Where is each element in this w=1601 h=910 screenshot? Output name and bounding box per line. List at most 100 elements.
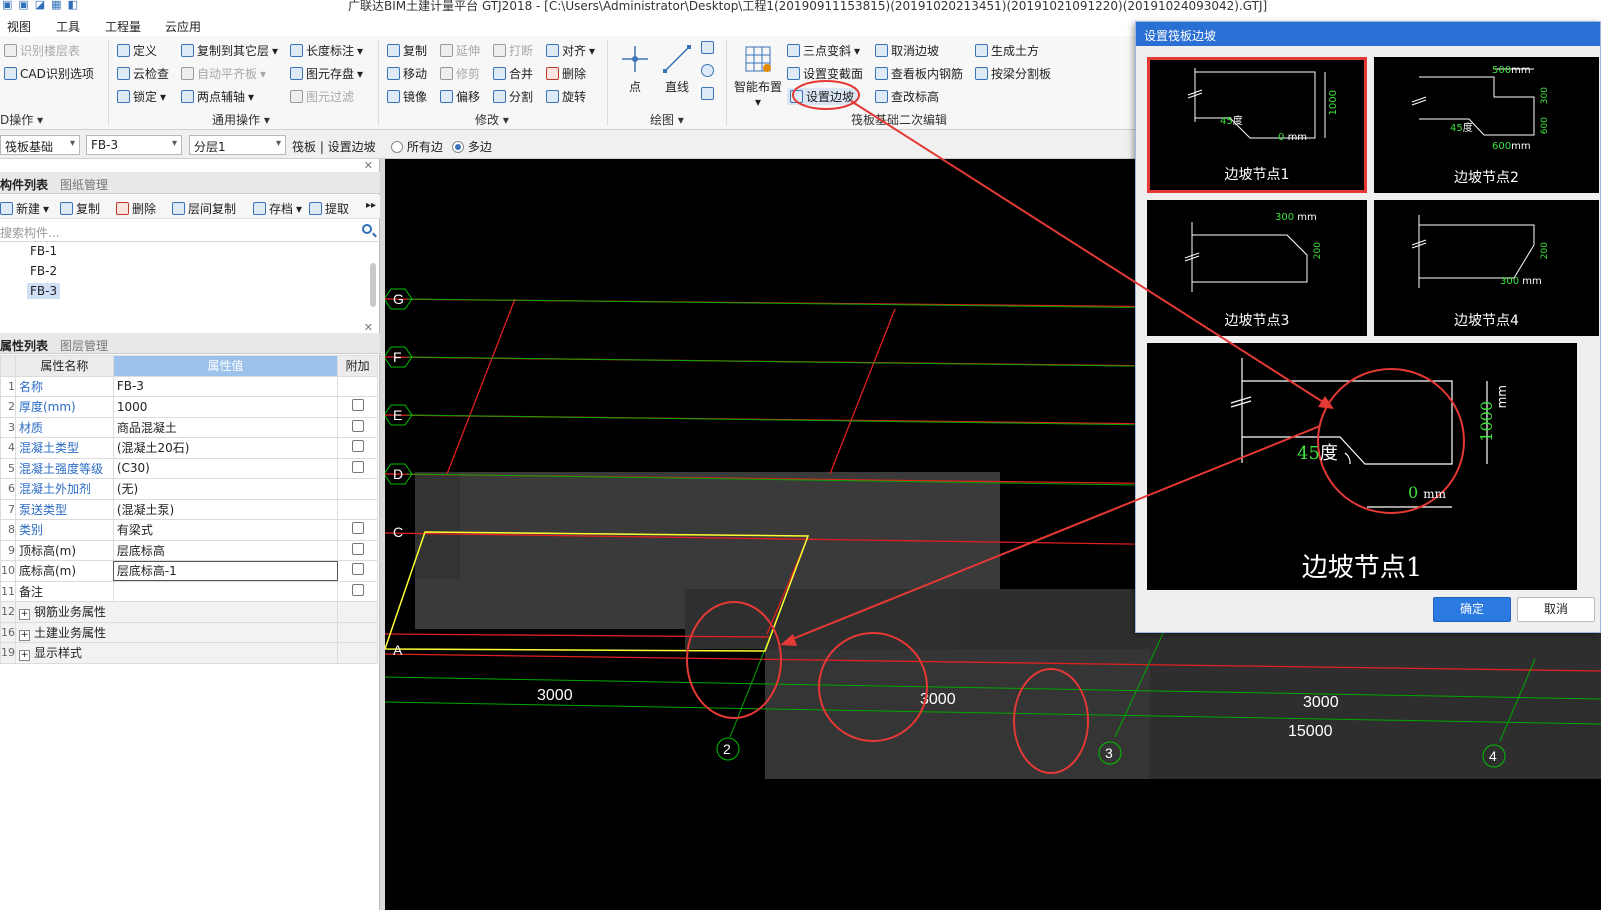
offset-button[interactable]: 偏移 — [440, 88, 480, 105]
new-button[interactable]: 新建 ▾ — [0, 200, 49, 217]
expand-icon[interactable]: + — [19, 629, 30, 641]
table-row[interactable]: 7 泵送类型 (混凝土泵) — [0, 498, 378, 520]
property-group-row[interactable]: 16 + 土建业务属性 — [0, 621, 378, 643]
mirror-button[interactable]: 镜像 — [387, 88, 427, 105]
table-row[interactable]: 1 名称 FB-3 — [0, 375, 378, 397]
copy-to-floor-button[interactable]: 复制到其它层 ▾ — [181, 42, 278, 59]
tab-property-list[interactable]: 属性列表 — [0, 337, 48, 354]
table-row[interactable]: 8 类别 有梁式 — [0, 519, 378, 541]
slope-node-1-tile[interactable]: 45度 1000 0 mm 边坡节点1 — [1147, 57, 1367, 193]
ok-button[interactable]: 确定 — [1433, 597, 1511, 622]
property-group-label[interactable]: + 土建业务属性 — [14, 621, 339, 643]
expand-icon[interactable]: + — [19, 609, 30, 621]
line-tool-button[interactable]: 直线 — [660, 44, 694, 95]
slope-node-4-tile[interactable]: 300 mm 200 边坡节点4 — [1374, 200, 1599, 336]
tab-drawing-manage[interactable]: 图纸管理 — [60, 176, 108, 193]
attach-checkbox[interactable] — [351, 542, 364, 555]
property-value[interactable]: 层底标高-1 — [112, 560, 339, 582]
variable-section-button[interactable]: 设置变截面 — [787, 65, 863, 82]
trim-button[interactable]: 修剪 — [440, 65, 480, 82]
property-value[interactable]: (混凝土泵) — [112, 498, 339, 520]
property-group-label[interactable]: + 钢筋业务属性 — [14, 601, 339, 623]
table-row[interactable]: 11 备注 — [0, 580, 378, 602]
tab-component-list[interactable]: 构件列表 — [0, 176, 48, 193]
generate-earthwork-button[interactable]: 生成土方 — [975, 42, 1039, 59]
cad-options-button[interactable]: CAD识别选项 — [4, 65, 94, 82]
auto-level-slab-button[interactable]: 自动平齐板 ▾ — [181, 65, 266, 82]
property-value[interactable]: 1000 — [112, 396, 339, 418]
table-row[interactable]: 10 底标高(m) 层底标高-1 — [0, 560, 378, 582]
property-group-row[interactable]: 19 + 显示样式 — [0, 642, 378, 664]
delete-button[interactable]: 删除 — [546, 65, 586, 82]
copy-component-button[interactable]: 复制 — [60, 200, 100, 217]
set-slope-button[interactable]: 设置边坡 — [787, 88, 858, 105]
rotate-button[interactable]: 旋转 — [546, 88, 586, 105]
component-select[interactable]: FB-3 — [86, 135, 182, 155]
tab-layer-manage[interactable]: 图层管理 — [60, 337, 108, 354]
radio-multi-edges[interactable]: 多边 — [452, 138, 492, 155]
three-point-slope-button[interactable]: 三点变斜 ▾ — [787, 42, 860, 59]
menu-quantity[interactable]: 工程量 — [105, 18, 141, 35]
table-row[interactable]: 6 混凝土外加剂 (无) — [0, 478, 378, 500]
copy-button[interactable]: 复制 — [387, 42, 427, 59]
table-row[interactable]: 2 厚度(mm) 1000 — [0, 396, 378, 418]
attach-checkbox[interactable] — [351, 522, 364, 535]
circle-tool-button[interactable] — [701, 64, 714, 77]
define-button[interactable]: 定义 — [117, 42, 157, 59]
property-value[interactable]: 有梁式 — [112, 519, 339, 541]
property-group-label[interactable]: + 显示样式 — [14, 642, 339, 664]
arc-tool-button[interactable] — [701, 41, 714, 54]
list-scrollbar[interactable] — [370, 263, 376, 307]
menu-cloud[interactable]: 云应用 — [165, 18, 201, 35]
close-icon[interactable]: ✕ — [364, 159, 373, 172]
break-button[interactable]: 打断 — [493, 42, 533, 59]
list-item-fb2[interactable]: FB-2 — [27, 263, 60, 279]
attach-checkbox[interactable] — [351, 583, 364, 596]
attach-checkbox[interactable] — [351, 399, 364, 412]
floor-select[interactable]: 分层1 — [189, 135, 286, 155]
two-point-axis-button[interactable]: 两点辅轴 ▾ — [181, 88, 254, 105]
search-box[interactable]: 搜索构件... — [0, 222, 378, 242]
delete-component-button[interactable]: 删除 — [116, 200, 156, 217]
element-filter-button[interactable]: 图元过滤 — [290, 88, 354, 105]
list-item-fb1[interactable]: FB-1 — [27, 243, 60, 259]
table-row[interactable]: 5 混凝土强度等级 (C30) — [0, 457, 378, 479]
edit-elevation-button[interactable]: 查改标高 — [875, 88, 939, 105]
property-value[interactable]: (无) — [112, 478, 339, 500]
property-group-row[interactable]: 12 + 钢筋业务属性 — [0, 601, 378, 623]
point-tool-button[interactable]: 点 — [620, 44, 650, 95]
cloud-check-button[interactable]: 云检查 — [117, 65, 169, 82]
property-value[interactable]: (混凝土20石) — [112, 437, 339, 459]
identify-floor-table-button[interactable]: 识别楼层表 — [4, 42, 80, 59]
split-by-beam-button[interactable]: 按梁分割板 — [975, 65, 1051, 82]
expand-icon[interactable]: + — [19, 650, 30, 662]
merge-button[interactable]: 合并 — [493, 65, 533, 82]
search-icon[interactable] — [362, 224, 372, 234]
smart-layout-button[interactable]: 智能布置 ▾ — [733, 44, 783, 109]
archive-button[interactable]: 存档 ▾ — [253, 200, 302, 217]
extract-button[interactable]: 提取 — [309, 200, 349, 217]
menu-tools[interactable]: 工具 — [56, 18, 80, 35]
align-button[interactable]: 对齐 ▾ — [546, 42, 595, 59]
table-row[interactable]: 9 顶标高(m) 层底标高 — [0, 539, 378, 561]
rect-tool-button[interactable] — [701, 87, 714, 100]
lock-button[interactable]: 锁定 ▾ — [117, 88, 166, 105]
radio-all-edges[interactable]: 所有边 — [391, 138, 443, 155]
slope-node-3-tile[interactable]: 300 mm 200 边坡节点3 — [1147, 200, 1367, 336]
property-value[interactable]: (C30) — [112, 457, 339, 479]
menu-view[interactable]: 视图 — [7, 18, 31, 35]
quick-access-icons[interactable]: ▣▣◪▦◧ — [2, 0, 84, 11]
close-icon[interactable]: ✕ — [364, 321, 373, 334]
extend-button[interactable]: 延伸 — [440, 42, 480, 59]
property-value[interactable]: FB-3 — [112, 375, 339, 397]
property-value[interactable]: 商品混凝土 — [112, 416, 339, 438]
interfloor-copy-button[interactable]: 层间复制 — [172, 200, 236, 217]
move-button[interactable]: 移动 — [387, 65, 427, 82]
length-dimension-button[interactable]: 长度标注 ▾ — [290, 42, 363, 59]
table-row[interactable]: 3 材质 商品混凝土 — [0, 416, 378, 438]
cancel-button[interactable]: 取消 — [1517, 597, 1595, 622]
more-icon[interactable]: ▸▸ — [366, 200, 376, 211]
element-save-button[interactable]: 图元存盘 ▾ — [290, 65, 363, 82]
attach-checkbox[interactable] — [351, 440, 364, 453]
property-value[interactable] — [112, 580, 339, 602]
